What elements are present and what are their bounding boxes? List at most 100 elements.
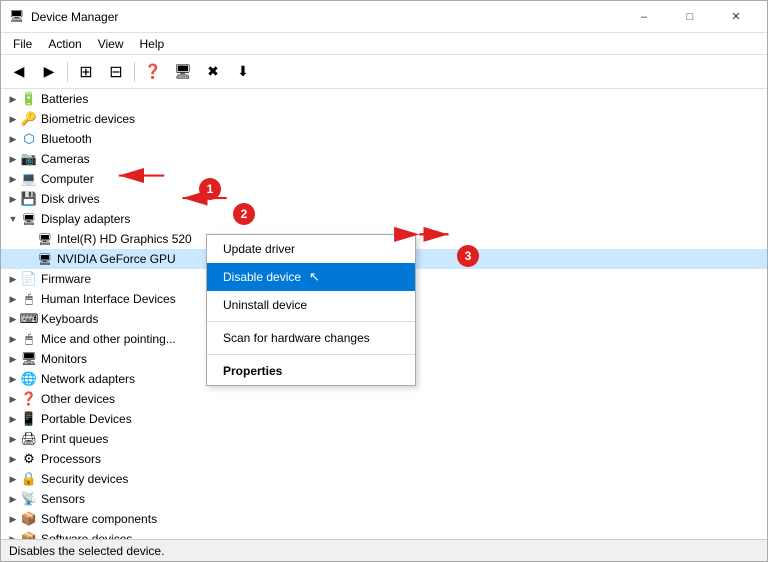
icon-software-dev: 📦 — [21, 531, 37, 539]
tree-item-batteries[interactable]: ▶ 🔋 Batteries — [1, 89, 767, 109]
label-software-dev: Software devices — [41, 532, 132, 539]
tree-item-processors[interactable]: ▶ ⚙ Processors — [1, 449, 767, 469]
expand-computer[interactable]: ▶ — [5, 171, 21, 187]
label-printqueues: Print queues — [41, 432, 108, 446]
expand-printqueues[interactable]: ▶ — [5, 431, 21, 447]
tree-item-sensors[interactable]: ▶ 📡 Sensors — [1, 489, 767, 509]
expand-firmware[interactable]: ▶ — [5, 271, 21, 287]
window-title: Device Manager — [31, 10, 118, 24]
icon-keyboards: ⌨ — [21, 311, 37, 327]
expand-portabledevices[interactable]: ▶ — [5, 411, 21, 427]
expand-security[interactable]: ▶ — [5, 471, 21, 487]
app-icon: 🖥 — [9, 9, 25, 25]
icon-displayadapters: 🖥 — [21, 211, 37, 227]
expand-displayadapters[interactable]: ▼ — [5, 211, 21, 227]
ctx-scan-changes[interactable]: Scan for hardware changes — [207, 324, 415, 352]
expand-humaninterface[interactable]: ▶ — [5, 291, 21, 307]
tree-item-portabledevices[interactable]: ▶ 📱 Portable Devices — [1, 409, 767, 429]
expand-nvidia — [21, 251, 37, 267]
icon-networkadapters: 🌐 — [21, 371, 37, 387]
tree-pane[interactable]: ▶ 🔋 Batteries ▶ 🔑 Biometric devices ▶ ⬡ … — [1, 89, 767, 539]
tree-item-displayadapters[interactable]: ▼ 🖥 Display adapters — [1, 209, 767, 229]
expand-cameras[interactable]: ▶ — [5, 151, 21, 167]
tree-item-computer[interactable]: ▶ 💻 Computer — [1, 169, 767, 189]
close-button[interactable]: ✕ — [713, 1, 759, 33]
expand-sensors[interactable]: ▶ — [5, 491, 21, 507]
menu-help[interactable]: Help — [132, 35, 173, 53]
expand-monitors[interactable]: ▶ — [5, 351, 21, 367]
icon-portabledevices: 📱 — [21, 411, 37, 427]
forward-button[interactable]: ▶ — [35, 58, 63, 86]
properties-button[interactable]: ❓ — [139, 58, 167, 86]
tree-item-biometric[interactable]: ▶ 🔑 Biometric devices — [1, 109, 767, 129]
ctx-disable-device[interactable]: Disable device ↖ — [207, 263, 415, 291]
icon-bluetooth: ⬡ — [21, 131, 37, 147]
menu-view[interactable]: View — [90, 35, 132, 53]
icon-computer: 💻 — [21, 171, 37, 187]
minimize-button[interactable]: – — [621, 1, 667, 33]
expand-button[interactable]: ⊞ — [72, 58, 100, 86]
expand-networkadapters[interactable]: ▶ — [5, 371, 21, 387]
tree-item-bluetooth[interactable]: ▶ ⬡ Bluetooth — [1, 129, 767, 149]
menu-bar: File Action View Help — [1, 33, 767, 55]
expand-batteries[interactable]: ▶ — [5, 91, 21, 107]
label-humaninterface: Human Interface Devices — [41, 292, 176, 306]
label-networkadapters: Network adapters — [41, 372, 135, 386]
ctx-properties[interactable]: Properties — [207, 357, 415, 385]
icon-security: 🔒 — [21, 471, 37, 487]
expand-diskdrives[interactable]: ▶ — [5, 191, 21, 207]
tree-item-cameras[interactable]: ▶ 📷 Cameras — [1, 149, 767, 169]
ctx-separator-2 — [207, 354, 415, 355]
tree-item-software-comp[interactable]: ▶ 📦 Software components — [1, 509, 767, 529]
collapse-button[interactable]: ⊟ — [102, 58, 130, 86]
label-keyboards: Keyboards — [41, 312, 98, 326]
icon-firmware: 📄 — [21, 271, 37, 287]
maximize-button[interactable]: □ — [667, 1, 713, 33]
tree-item-security[interactable]: ▶ 🔒 Security devices — [1, 469, 767, 489]
update-driver-button[interactable]: 🖥 — [169, 58, 197, 86]
tree-item-software-dev[interactable]: ▶ 📦 Software devices — [1, 529, 767, 539]
label-intel: Intel(R) HD Graphics 520 — [57, 232, 192, 246]
expand-otherdevices[interactable]: ▶ — [5, 391, 21, 407]
ctx-update-driver[interactable]: Update driver — [207, 235, 415, 263]
expand-intel — [21, 231, 37, 247]
icon-humaninterface: 🖱 — [21, 291, 37, 307]
menu-action[interactable]: Action — [40, 35, 89, 53]
icon-monitors: 🖥 — [21, 351, 37, 367]
toolbar-separator-2 — [134, 62, 135, 82]
tree-item-otherdevices[interactable]: ▶ ❓ Other devices — [1, 389, 767, 409]
icon-intel: 🖥 — [37, 231, 53, 247]
tree-item-diskdrives[interactable]: ▶ 💾 Disk drives — [1, 189, 767, 209]
label-portabledevices: Portable Devices — [41, 412, 132, 426]
label-mice: Mice and other pointing... — [41, 332, 176, 346]
label-batteries: Batteries — [41, 92, 88, 106]
label-computer: Computer — [41, 172, 94, 186]
expand-mice[interactable]: ▶ — [5, 331, 21, 347]
label-software-comp: Software components — [41, 512, 157, 526]
expand-bluetooth[interactable]: ▶ — [5, 131, 21, 147]
icon-biometric: 🔑 — [21, 111, 37, 127]
status-bar: Disables the selected device. — [1, 539, 767, 561]
tree-item-printqueues[interactable]: ▶ 🖨 Print queues — [1, 429, 767, 449]
uninstall-button[interactable]: ✖ — [199, 58, 227, 86]
icon-batteries: 🔋 — [21, 91, 37, 107]
expand-processors[interactable]: ▶ — [5, 451, 21, 467]
label-cameras: Cameras — [41, 152, 90, 166]
icon-software-comp: 📦 — [21, 511, 37, 527]
context-menu: Update driver Disable device ↖ Uninstall… — [206, 234, 416, 386]
expand-biometric[interactable]: ▶ — [5, 111, 21, 127]
icon-nvidia: 🖥 — [37, 251, 53, 267]
icon-otherdevices: ❓ — [21, 391, 37, 407]
label-biometric: Biometric devices — [41, 112, 135, 126]
status-text: Disables the selected device. — [9, 544, 164, 558]
label-diskdrives: Disk drives — [41, 192, 100, 206]
expand-software-dev[interactable]: ▶ — [5, 531, 21, 539]
back-button[interactable]: ◀ — [5, 58, 33, 86]
expand-keyboards[interactable]: ▶ — [5, 311, 21, 327]
title-bar-left: 🖥 Device Manager — [9, 9, 118, 25]
ctx-uninstall-device[interactable]: Uninstall device — [207, 291, 415, 319]
scan-button[interactable]: ⬇ — [229, 58, 257, 86]
menu-file[interactable]: File — [5, 35, 40, 53]
device-manager-window: 🖥 Device Manager – □ ✕ File Action View … — [0, 0, 768, 562]
expand-software-comp[interactable]: ▶ — [5, 511, 21, 527]
